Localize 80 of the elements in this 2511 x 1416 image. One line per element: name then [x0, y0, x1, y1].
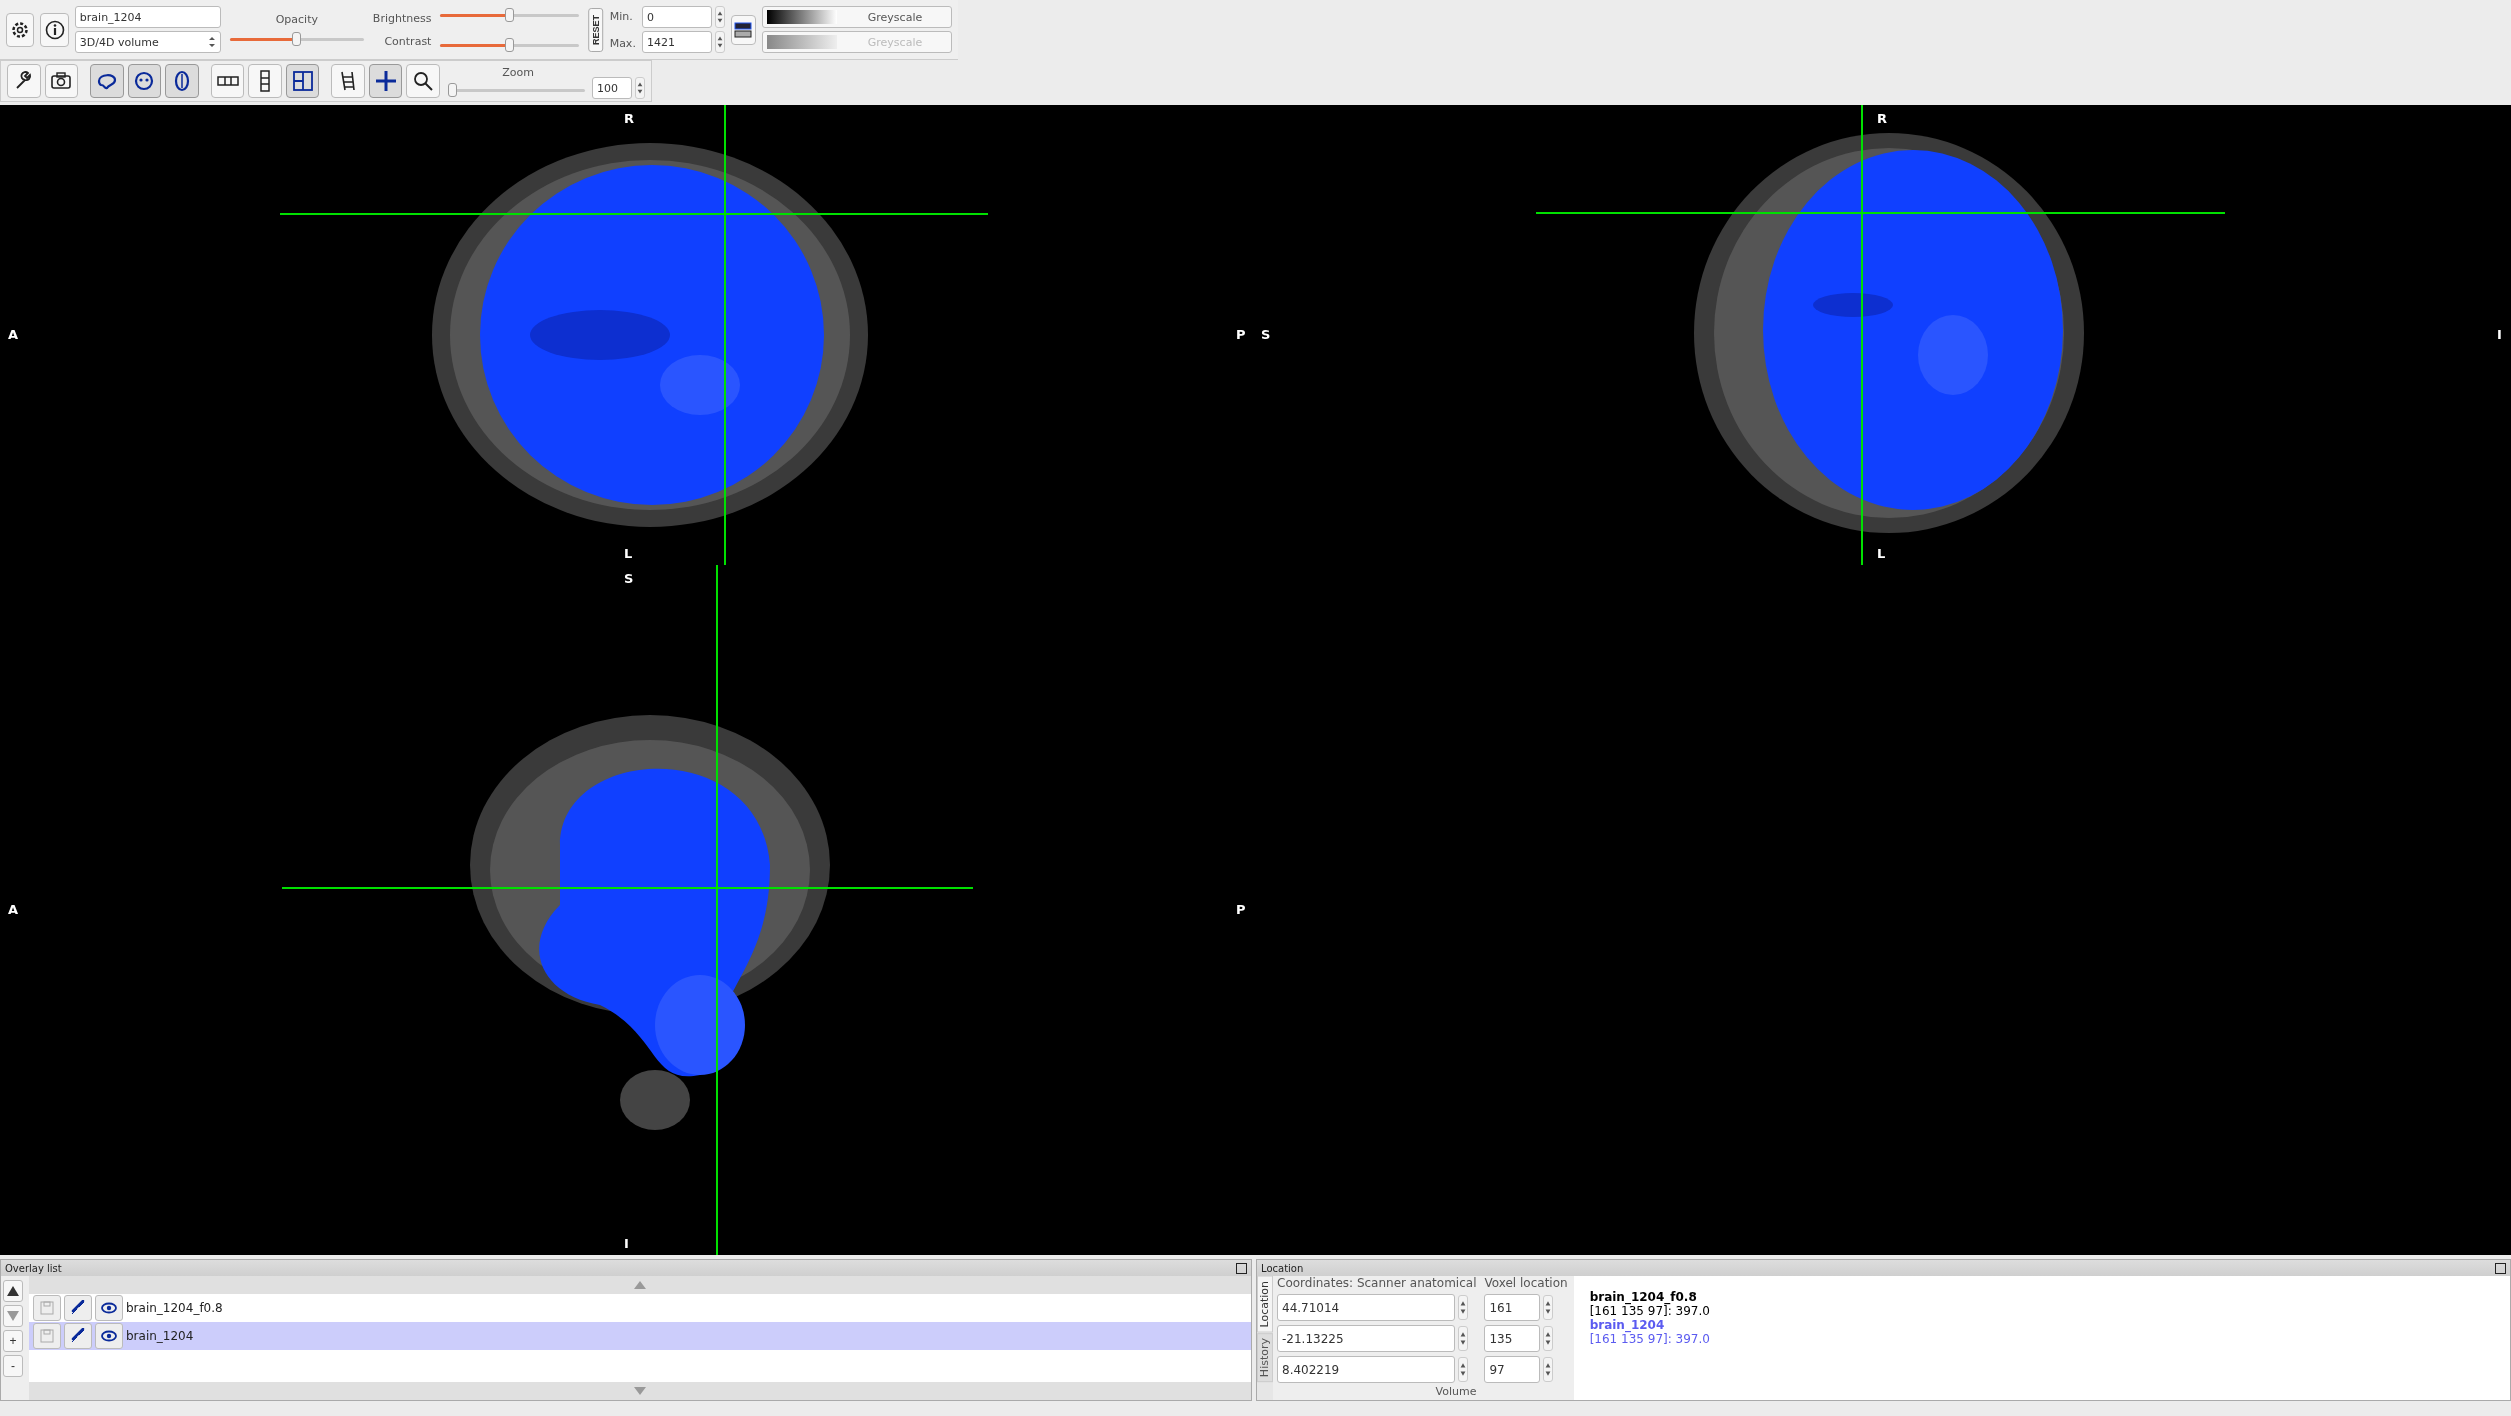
brain-side-button[interactable]	[90, 64, 124, 98]
coordinate-field[interactable]: 8.402219	[1277, 1356, 1455, 1383]
brain-front-icon	[133, 70, 156, 92]
crosshair-button[interactable]	[368, 64, 403, 98]
max-field[interactable]: 1421	[641, 31, 712, 53]
info-button[interactable]	[40, 12, 69, 47]
camera-icon	[50, 70, 73, 92]
vertical-layout-button[interactable]	[248, 64, 282, 98]
contrast-label: Contrast	[384, 34, 432, 48]
volume-label: Volume	[1435, 1387, 1477, 1397]
voxel-location-label: Voxel location	[1484, 1276, 1568, 1290]
colorbar-icon	[734, 21, 753, 38]
max-label: Max.	[609, 36, 636, 50]
crosshair-icon	[374, 70, 397, 92]
eye-icon	[101, 1302, 117, 1314]
spin-arrows-icon[interactable]	[1458, 1357, 1468, 1382]
overlay-info-value: [161 135 97]: 397.0	[1589, 1332, 1710, 1346]
move-up-button[interactable]	[3, 1280, 23, 1302]
brightness-label: Brightness	[372, 11, 432, 25]
colormap-button[interactable]	[730, 14, 756, 45]
camera-button[interactable]	[44, 64, 79, 98]
down-arrow-icon	[7, 1311, 19, 1321]
coordinate-field[interactable]: 44.71014	[1277, 1294, 1455, 1321]
dropdown-arrows-icon	[207, 36, 216, 48]
overlay-name-field[interactable]: brain_1204	[74, 6, 221, 28]
grid-layout-icon	[291, 70, 314, 92]
side-tab[interactable]: History	[1257, 1332, 1273, 1382]
panel-title: Overlay list	[5, 1262, 62, 1274]
min-field[interactable]: 0	[641, 6, 712, 28]
overlay-name: brain_1204	[126, 1329, 194, 1343]
spin-arrows-icon[interactable]	[1543, 1357, 1554, 1382]
add-button[interactable]: +	[3, 1330, 23, 1352]
brain-front-button[interactable]	[127, 64, 162, 98]
spin-arrows-icon[interactable]	[1543, 1326, 1554, 1351]
overlay-type-dropdown[interactable]: 3D/4D volume	[74, 31, 221, 53]
close-icon[interactable]	[2495, 1262, 2506, 1274]
coordinates-label: Coordinates: Scanner anatomical	[1277, 1276, 1477, 1290]
overlay-item[interactable]: brain_1204_f0.8	[29, 1294, 1251, 1322]
panel-title: Location	[1261, 1262, 1304, 1274]
overlay-info-name: brain_1204	[1589, 1318, 1666, 1332]
orientation-label: S	[624, 571, 634, 586]
visibility-button[interactable]	[95, 1295, 123, 1321]
min-label: Min.	[609, 9, 634, 23]
overlay-name: brain_1204_f0.8	[126, 1301, 223, 1315]
coordinate-field[interactable]: -21.13225	[1277, 1325, 1455, 1352]
spin-arrows-icon[interactable]	[1543, 1295, 1554, 1320]
spin-arrows-icon[interactable]	[1458, 1326, 1468, 1351]
spin-arrows-icon[interactable]	[714, 31, 725, 53]
horizontal-layout-button[interactable]	[210, 64, 245, 98]
overlay-item[interactable]: brain_1204	[29, 1322, 1251, 1350]
info-icon	[44, 19, 65, 40]
spin-arrows-icon[interactable]	[1458, 1295, 1468, 1320]
settings-icon	[10, 19, 31, 40]
grid-layout-button[interactable]	[285, 64, 320, 98]
orientation-label: I	[624, 1236, 629, 1251]
spin-arrows-icon[interactable]	[635, 77, 645, 99]
up-arrow-icon	[7, 1286, 19, 1296]
reset-button[interactable]: RESET	[588, 7, 604, 52]
settings-button[interactable]	[6, 12, 35, 47]
side-tab[interactable]: Location	[1257, 1276, 1273, 1333]
zoom-field[interactable]: 100	[592, 77, 632, 99]
orientation-label: A	[8, 902, 19, 917]
spin-arrows-icon[interactable]	[714, 6, 725, 28]
eye-icon	[101, 1330, 117, 1342]
close-icon[interactable]	[1236, 1262, 1247, 1274]
brain-top-button[interactable]	[165, 64, 199, 98]
opacity-label: Opacity	[275, 13, 318, 26]
wrench-button[interactable]	[7, 64, 41, 98]
magnifier-icon	[412, 70, 435, 92]
voxel-field[interactable]: 161	[1484, 1294, 1541, 1321]
zoom-label: Zoom	[502, 65, 534, 79]
orientation-label: P	[1236, 902, 1246, 917]
overlay-info-name: brain_1204_f0.8	[1589, 1290, 1698, 1304]
remove-button[interactable]: -	[3, 1355, 23, 1377]
voxel-field[interactable]: 97	[1484, 1356, 1541, 1383]
colormap-dropdown[interactable]: Greyscale	[762, 6, 952, 28]
overlay-info-value: [161 135 97]: 397.0	[1589, 1304, 1710, 1318]
voxel-field[interactable]: 135	[1484, 1325, 1541, 1352]
magnifier-button[interactable]	[406, 64, 440, 98]
visibility-button[interactable]	[95, 1323, 123, 1349]
